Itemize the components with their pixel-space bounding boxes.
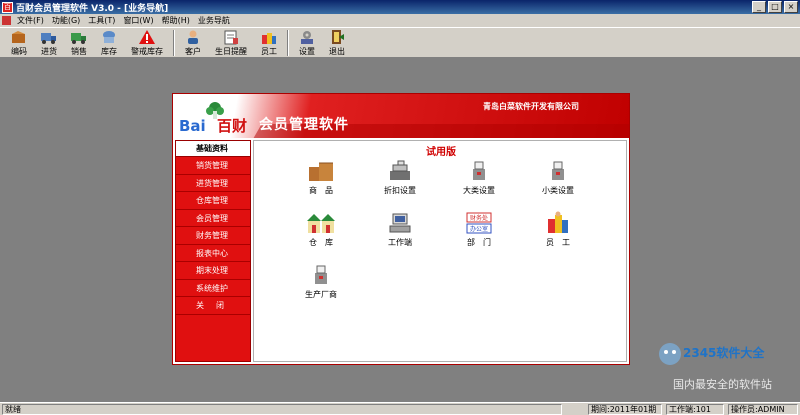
svg-text:Bai: Bai — [179, 117, 206, 134]
company-name: 青岛白菜软件开发有限公司 — [483, 102, 579, 111]
status-period: 期间:2011年01期 — [588, 404, 662, 415]
mascot-icon — [659, 343, 681, 365]
cash-register-icon — [390, 160, 410, 180]
sidebar-item-period-end[interactable]: 期末处理 — [176, 262, 250, 280]
category-icon — [473, 161, 485, 180]
tool-code-button[interactable]: 编码 — [4, 28, 34, 58]
sidebar-item-report-center[interactable]: 报表中心 — [176, 245, 250, 262]
menu-bar: 文件(F) 功能(G) 工具(T) 窗口(W) 帮助(H) 业务导航 — [0, 14, 800, 27]
settings-icon — [301, 31, 313, 44]
tool-staff-button[interactable]: 员工 — [254, 28, 284, 58]
department-sign-bottom: 办公室 — [470, 225, 488, 233]
menu-tools[interactable]: 工具(T) — [84, 15, 119, 26]
corner-watermark: 2345软件大全 国内最安全的软件站 — [655, 340, 800, 395]
staff-icon — [262, 33, 276, 44]
title-bar: 百 百财会员管理软件 V3.0 - [业务导航] _ □ × — [0, 0, 800, 14]
module-subcategory[interactable]: 小类设置 — [527, 159, 589, 199]
tool-alert-stock-button[interactable]: 警戒库存 — [124, 28, 170, 58]
toolbar-separator — [173, 30, 175, 56]
toolbar: 编码 进货 销售 库存 警戒库存 客户 生日提醒 员工 设置 退出 — [0, 27, 800, 58]
baicai-logo: Bai 百财 — [179, 102, 247, 134]
trial-label: 试用版 — [426, 147, 456, 158]
minimize-button[interactable]: _ — [752, 1, 766, 13]
corner-watermark-subtitle: 国内最安全的软件站 — [673, 378, 772, 391]
exit-icon — [332, 30, 344, 44]
warning-icon — [139, 30, 155, 44]
duote-watermark: www.DuoTe.com — [281, 196, 470, 218]
module-staff[interactable]: 员 工 — [527, 211, 589, 251]
truck-out-icon — [71, 33, 86, 44]
sidebar-item-finance-mgmt[interactable]: 财务管理 — [176, 227, 250, 245]
panel-content: 基础资料 销货管理 进货管理 仓库管理 会员管理 财务管理 报表中心 期末处理 … — [173, 138, 629, 364]
module-goods[interactable]: 商 品 — [290, 159, 352, 199]
status-workstation: 工作端:101 — [666, 404, 724, 415]
goods-boxes-icon — [309, 162, 333, 181]
maximize-button[interactable]: □ — [768, 1, 782, 13]
menu-function[interactable]: 功能(G) — [48, 15, 84, 26]
subcategory-icon — [552, 161, 564, 180]
sidebar-item-member-mgmt[interactable]: 会员管理 — [176, 210, 250, 227]
tool-exit-button[interactable]: 退出 — [322, 28, 352, 58]
truck-in-icon — [41, 33, 56, 44]
module-category[interactable]: 大类设置 — [448, 159, 510, 199]
product-title: 会员管理软件 — [259, 117, 349, 133]
menu-business-nav[interactable]: 业务导航 — [194, 15, 234, 26]
window-controls: _ □ × — [752, 1, 798, 13]
manufacturer-icon — [315, 265, 327, 284]
tool-purchase-button[interactable]: 进货 — [34, 28, 64, 58]
tool-sales-button[interactable]: 销售 — [64, 28, 94, 58]
tool-birthday-button[interactable]: 生日提醒 — [208, 28, 254, 58]
tool-settings-button[interactable]: 设置 — [292, 28, 322, 58]
birthday-icon — [224, 30, 238, 45]
sidebar-item-close[interactable]: 关闭 — [176, 297, 250, 315]
business-nav-panel: Bai 百财 会员管理软件 青岛白菜软件开发有限公司 基础资料 销货管理 进货管… — [172, 93, 630, 365]
sidebar-item-system-maint[interactable]: 系统维护 — [176, 280, 250, 297]
menu-help[interactable]: 帮助(H) — [158, 15, 194, 26]
module-manufacturer[interactable]: 生产厂商 — [290, 263, 352, 303]
tool-stock-button[interactable]: 库存 — [94, 28, 124, 58]
close-button[interactable]: × — [784, 1, 798, 13]
sidebar-item-basic-data[interactable]: 基础资料 — [176, 141, 250, 157]
app-icon[interactable]: 百 — [2, 1, 13, 13]
sidebar-item-warehouse-mgmt[interactable]: 仓库管理 — [176, 192, 250, 210]
toolbar-separator — [287, 30, 289, 56]
module-discount[interactable]: 折扣设置 — [369, 159, 431, 199]
banner: Bai 百财 会员管理软件 青岛白菜软件开发有限公司 — [173, 94, 629, 138]
customer-icon — [188, 30, 198, 44]
department-sign-top: 财务处 — [470, 214, 488, 222]
sidebar-item-purchase-mgmt[interactable]: 进货管理 — [176, 175, 250, 192]
staff-group-icon — [548, 211, 568, 233]
stock-icon — [103, 31, 115, 43]
window-title: 百财会员管理软件 V3.0 - [业务导航] — [16, 3, 169, 14]
status-operator: 操作员:ADMIN — [728, 404, 798, 415]
nav-sidebar: 基础资料 销货管理 进货管理 仓库管理 会员管理 财务管理 报表中心 期末处理 … — [175, 140, 251, 362]
box-icon — [12, 31, 25, 43]
menu-window[interactable]: 窗口(W) — [119, 15, 157, 26]
module-workarea: 试用版 商 品 折扣设置 大类设置 小类设置 仓 库 工作端 财务处 办公室 部… — [253, 140, 627, 362]
sidebar-item-sales-mgmt[interactable]: 销货管理 — [176, 157, 250, 175]
tool-customer-button[interactable]: 客户 — [178, 28, 208, 58]
status-text: 就绪 — [2, 404, 562, 415]
menu-file[interactable]: 文件(F) — [13, 15, 48, 26]
corner-watermark-title: 2345软件大全 — [683, 346, 765, 360]
svg-text:百财: 百财 — [217, 117, 247, 134]
document-icon[interactable] — [2, 16, 11, 25]
status-bar: 就绪 期间:2011年01期 工作端:101 操作员:ADMIN — [0, 402, 800, 415]
